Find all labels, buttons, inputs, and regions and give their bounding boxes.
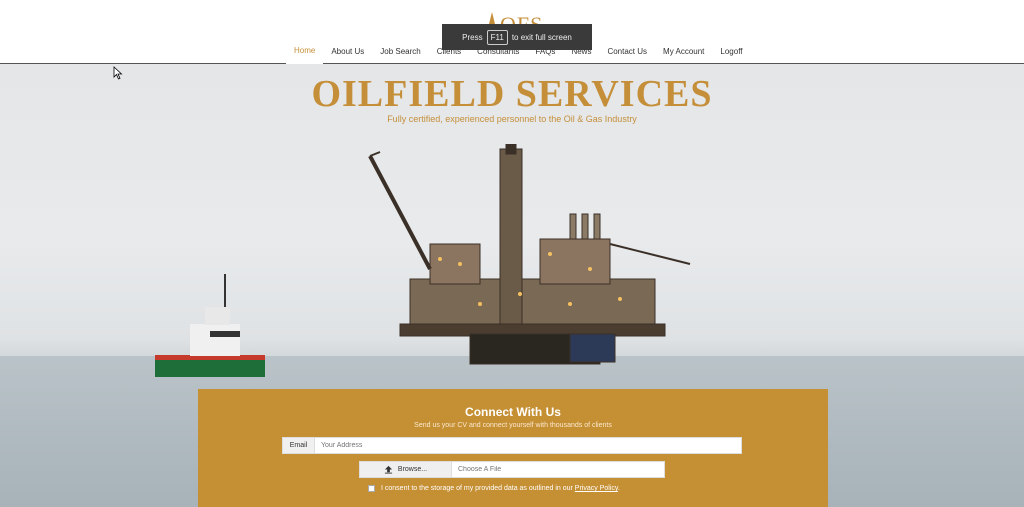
consent-period: . bbox=[617, 485, 620, 492]
email-input[interactable] bbox=[315, 438, 741, 453]
consent-checkbox[interactable] bbox=[368, 485, 375, 492]
file-input[interactable] bbox=[452, 462, 664, 477]
nav-contact-us[interactable]: Contact Us bbox=[599, 38, 655, 64]
connect-subtitle: Send us your CV and connect yourself wit… bbox=[414, 422, 612, 429]
fullscreen-notice: Press F11 to exit full screen bbox=[442, 24, 592, 50]
email-field-group: Email bbox=[282, 437, 742, 454]
connect-title: Connect With Us bbox=[465, 405, 561, 419]
oil-rig-image bbox=[368, 144, 691, 365]
nav-home[interactable]: Home bbox=[286, 38, 324, 64]
browse-button[interactable]: Browse... bbox=[360, 462, 452, 477]
hero-subtitle: Fully certified, experienced personnel t… bbox=[387, 114, 637, 124]
hero-title: OILFIELD SERVICES bbox=[311, 73, 713, 115]
nav-job-search[interactable]: Job Search bbox=[372, 38, 428, 64]
cv-upload-group: Browse... bbox=[359, 461, 665, 478]
nav-my-account[interactable]: My Account bbox=[655, 38, 712, 64]
nav-about-us[interactable]: About Us bbox=[323, 38, 372, 64]
consent-text: I consent to the storage of my provided … bbox=[381, 485, 620, 492]
consent-label: I consent to the storage of my provided … bbox=[381, 485, 573, 492]
toast-prefix: Press bbox=[462, 32, 483, 42]
f11-key: F11 bbox=[486, 29, 508, 45]
nav-logoff[interactable]: Logoff bbox=[712, 38, 750, 64]
connect-panel: Connect With Us Send us your CV and conn… bbox=[198, 389, 828, 507]
consent-row: I consent to the storage of my provided … bbox=[368, 485, 620, 492]
toast-suffix: to exit full screen bbox=[511, 32, 572, 42]
privacy-policy-link[interactable]: Privacy Policy bbox=[575, 485, 618, 492]
browse-label: Browse... bbox=[397, 466, 428, 473]
upload-icon bbox=[384, 465, 393, 474]
mouse-cursor-icon bbox=[113, 66, 123, 80]
email-label: Email bbox=[283, 438, 315, 453]
tugboat-image bbox=[155, 274, 265, 377]
